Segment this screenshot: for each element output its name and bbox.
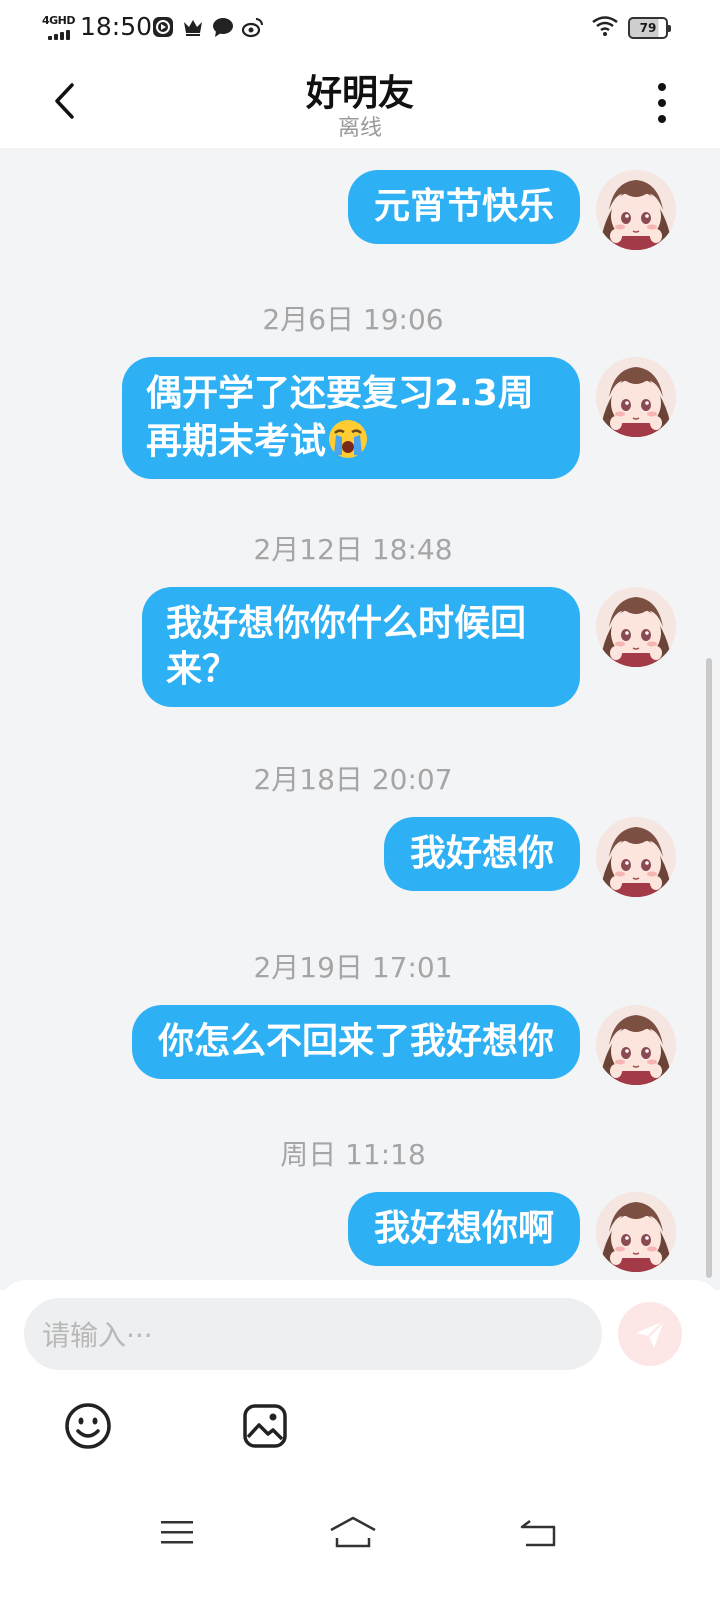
message-input-placeholder: 请输入··· [42, 1319, 153, 1352]
message-text-line: 来？ [166, 649, 239, 690]
message-bubble[interactable]: 我好想你你什么时候回 来？ [142, 587, 580, 707]
message-text: 我好想你 [409, 833, 554, 874]
avatar[interactable] [596, 1005, 676, 1085]
message-bubble[interactable]: 我好想你啊 [347, 1192, 580, 1266]
message-text-line: 偶开学了还要复习2.3周 [146, 373, 534, 414]
avatar[interactable] [596, 1192, 676, 1272]
message-text: 元宵节快乐 [373, 186, 554, 227]
avatar-illustration [596, 1005, 676, 1085]
avatar[interactable] [596, 170, 676, 250]
message-text-line: 我好想你你什么时候回 [166, 603, 527, 644]
status-bar: 4GHD 18:50 79 [0, 0, 720, 56]
play-circle-icon [152, 16, 174, 38]
avatar-illustration [596, 1192, 676, 1272]
message-bubble[interactable]: 元宵节快乐 [347, 170, 580, 244]
contact-status: 离线 [337, 116, 382, 141]
send-button[interactable] [618, 1302, 682, 1366]
more-vertical-icon [658, 83, 666, 91]
message-timestamp: 2月18日 20:07 [253, 763, 453, 796]
message-timestamp: 2月6日 19:06 [262, 303, 444, 336]
message-bubble[interactable]: 你怎么不回来了我好想你 [131, 1005, 580, 1079]
weibo-icon [241, 16, 264, 38]
message-text: 我好想你啊 [373, 1208, 554, 1249]
network-type: 4GHD [42, 14, 76, 27]
avatar-illustration [596, 170, 676, 250]
message-timestamp: 周日 11:18 [280, 1138, 426, 1171]
contact-name: 好明友 [305, 73, 414, 114]
wifi-icon [592, 16, 618, 40]
smiley-icon [65, 1403, 111, 1449]
avatar[interactable] [596, 357, 676, 437]
message-text-line: 再期末考试 [146, 421, 327, 462]
avatar-illustration [596, 357, 676, 437]
composer-panel: 请输入··· [0, 1280, 720, 1600]
message-bubble[interactable]: 偶开学了还要复习2.3周 再期末考试 [122, 357, 580, 479]
message-text: 你怎么不回来了我好想你 [157, 1021, 554, 1062]
avatar[interactable] [596, 587, 676, 667]
message-list[interactable]: 元宵节快乐 2月6日 19:06 偶开学了还要复习2.3周 再期末考试 2月12… [0, 148, 720, 1290]
scrollbar[interactable] [706, 658, 712, 1278]
notification-icons [152, 16, 264, 38]
message-timestamp: 2月12日 18:48 [253, 533, 453, 566]
emoji-button[interactable] [60, 1398, 116, 1454]
back-nav-button[interactable] [508, 1502, 568, 1562]
battery-icon: 79 [628, 17, 671, 39]
battery-level: 79 [639, 21, 657, 35]
image-button[interactable] [237, 1398, 293, 1454]
send-paper-plane-icon [636, 1320, 665, 1348]
crown-icon [182, 16, 204, 38]
system-nav-bar [0, 1502, 720, 1562]
home-icon [330, 1516, 376, 1548]
home-button[interactable] [323, 1502, 383, 1562]
chat-header: 好明友 离线 [0, 56, 720, 148]
signal-bars-icon [48, 30, 70, 40]
signal-indicator: 4GHD [42, 14, 76, 40]
avatar[interactable] [596, 817, 676, 897]
menu-icon [161, 1521, 193, 1544]
chat-bubble-icon [212, 16, 234, 38]
message-bubble[interactable]: 我好想你 [383, 817, 580, 891]
image-icon [243, 1404, 287, 1448]
recents-button[interactable] [147, 1502, 207, 1562]
more-options-button[interactable] [644, 80, 680, 126]
clock: 18:50 [80, 12, 153, 41]
message-input[interactable]: 请输入··· [24, 1298, 602, 1370]
back-icon [520, 1520, 556, 1547]
system-indicators: 79 [592, 16, 671, 40]
avatar-illustration [596, 587, 676, 667]
avatar-illustration [596, 817, 676, 897]
loudly-crying-face-emoji [326, 417, 370, 461]
message-timestamp: 2月19日 17:01 [253, 951, 453, 984]
